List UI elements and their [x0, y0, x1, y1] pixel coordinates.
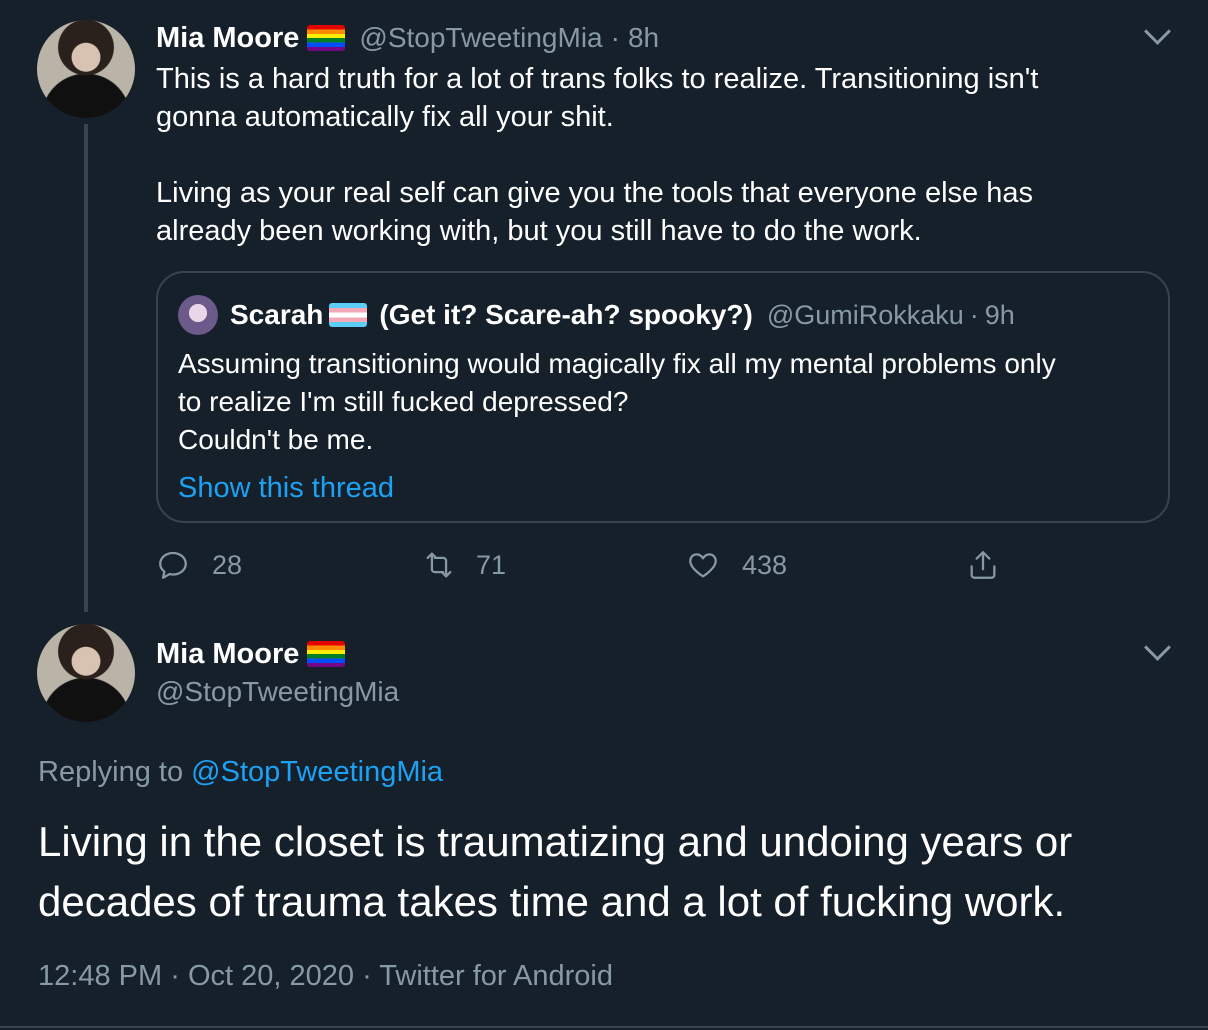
- quoted-display-suffix: (Get it? Scare-ah? spooky?): [379, 299, 753, 330]
- tweet-timestamp[interactable]: 12:48 PM: [38, 960, 162, 992]
- quoted-tweet-text: Assuming transitioning would magically f…: [178, 345, 1056, 459]
- author-handle[interactable]: @StopTweetingMia: [156, 674, 399, 710]
- quoted-tweet[interactable]: Scarah (Get it? Scare-ah? spooky?) @Gumi…: [156, 271, 1170, 523]
- quoted-author-name: Scarah: [230, 299, 324, 330]
- quoted-line: Assuming transitioning would magically f…: [178, 348, 1056, 379]
- tweet-line: gonna automatically fix all your shit.: [156, 101, 614, 133]
- author-handle[interactable]: @StopTweetingMia: [359, 22, 602, 54]
- tweet-line: Living as your real self can give you th…: [156, 177, 1033, 209]
- chevron-down-icon[interactable]: [1144, 18, 1171, 45]
- retweet-count: 71: [476, 549, 507, 580]
- trans-flag-icon: [329, 303, 368, 327]
- quoted-line: Couldn't be me.: [178, 424, 374, 455]
- show-thread-link[interactable]: Show this thread: [178, 469, 394, 507]
- parent-tweet-text: This is a hard truth for a lot of trans …: [156, 60, 1038, 250]
- retweet-button[interactable]: 71: [422, 545, 506, 585]
- heart-icon: [689, 553, 717, 578]
- parent-tweet-header: Mia Moore @StopTweetingMia · 8h: [156, 20, 659, 56]
- share-icon: [970, 551, 996, 579]
- author-name[interactable]: Mia Moore: [156, 638, 299, 671]
- quoted-author-handle: @GumiRokkaku: [766, 299, 964, 330]
- like-button[interactable]: 438: [686, 545, 787, 585]
- tweet-action-bar: 28 71 438: [0, 545, 1208, 585]
- tweet-line: decades of trauma takes time and a lot o…: [38, 878, 1066, 925]
- replying-to: Replying to @StopTweetingMia: [38, 754, 443, 790]
- tweet-time[interactable]: 8h: [628, 22, 659, 54]
- reply-icon: [159, 551, 187, 579]
- quoted-time: 9h: [984, 299, 1015, 330]
- retweet-icon: [426, 552, 452, 578]
- tweet-line: This is a hard truth for a lot of trans …: [156, 63, 1039, 95]
- main-tweet-author: Mia Moore: [156, 636, 346, 672]
- tweet-line: already been working with, but you still…: [156, 215, 922, 247]
- parent-tweet[interactable]: Mia Moore @StopTweetingMia · 8h This is …: [0, 0, 1208, 620]
- main-tweet-text: Living in the closet is traumatizing and…: [38, 812, 1072, 932]
- reply-button[interactable]: 28: [156, 545, 242, 585]
- tweet-line: Living in the closet is traumatizing and…: [38, 818, 1073, 865]
- author-name[interactable]: Mia Moore: [156, 22, 299, 55]
- header-separator: ·: [610, 22, 620, 53]
- tweet-date[interactable]: Oct 20, 2020: [188, 960, 354, 992]
- meta-separator: ·: [362, 960, 372, 992]
- quoted-separator: ·: [969, 299, 979, 330]
- quoted-tweet-header: Scarah (Get it? Scare-ah? spooky?) @Gumi…: [230, 295, 1015, 335]
- meta-separator: ·: [170, 960, 180, 992]
- author-avatar[interactable]: [37, 20, 135, 118]
- pride-flag-icon: [307, 641, 346, 667]
- replying-to-label: Replying to: [38, 756, 184, 788]
- chevron-down-icon[interactable]: [1144, 634, 1171, 661]
- divider: [0, 1026, 1208, 1028]
- author-avatar[interactable]: [37, 624, 135, 722]
- like-count: 438: [742, 549, 788, 580]
- tweet-metadata: 12:48 PM · Oct 20, 2020 · Twitter for An…: [38, 960, 613, 993]
- replying-to-handle[interactable]: @StopTweetingMia: [191, 756, 443, 788]
- quoted-author-avatar: [178, 295, 218, 335]
- pride-flag-icon: [307, 25, 346, 51]
- quoted-line: to realize I'm still fucked depressed?: [178, 386, 629, 417]
- thread-connector-line: [84, 124, 88, 612]
- tweet-source[interactable]: Twitter for Android: [379, 960, 613, 992]
- reply-count: 28: [212, 549, 243, 580]
- share-button[interactable]: [966, 545, 1000, 585]
